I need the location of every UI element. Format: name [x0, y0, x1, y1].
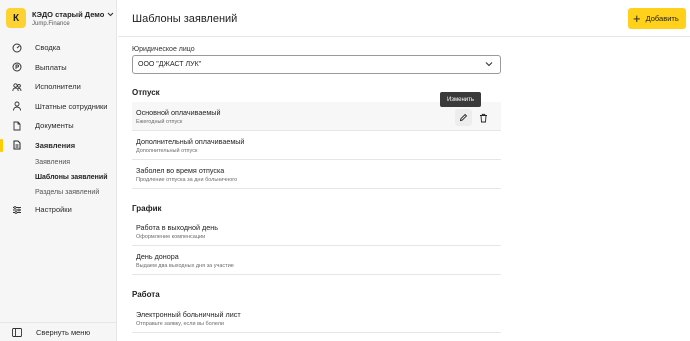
template-subtitle: Дополнительный отпуск [136, 148, 198, 154]
sidebar-item-settings[interactable]: Настройки [0, 200, 117, 220]
template-subtitle: Оформление компенсации [136, 234, 206, 240]
template-title: Заболел во время отпуска [136, 166, 225, 175]
add-button-label: Добавить [645, 14, 679, 23]
sidebar-nav: Сводка Выплаты Исполнители Штатные сотру… [0, 38, 117, 220]
sidebar-subitem-templates[interactable]: Шаблоны заявлений [0, 170, 117, 185]
template-subtitle: Отправьте заявку, если вы болели [136, 321, 224, 327]
sidebar-collapse-icon [12, 327, 22, 337]
sidebar-item-label: Штатные сотрудники [35, 101, 108, 111]
org-name: КЭДО старый Демо [32, 9, 105, 19]
sidebar-item-label: Выплаты [35, 62, 67, 72]
template-row[interactable]: Заболел во время отпуска Продление отпус… [132, 160, 501, 189]
sidebar-subitem-sections[interactable]: Разделы заявлений [0, 185, 117, 200]
delete-button[interactable] [475, 109, 492, 126]
sidebar-subitem-applications[interactable]: Заявления [0, 155, 117, 170]
sidebar-item-label: Сводка [35, 43, 61, 53]
chevron-down-icon [107, 12, 114, 16]
page-title: Шаблоны заявлений [132, 13, 238, 25]
sidebar-item-applications[interactable]: Заявления [0, 136, 117, 156]
sidebar-item-label: Заявления [35, 140, 76, 150]
sidebar-subitem-label: Шаблоны заявлений [35, 174, 108, 181]
template-subtitle: Выдаем два выходных дня за участие [136, 263, 234, 269]
template-subtitle: Ежегодный отпуск [136, 119, 183, 125]
sidebar-item-label: Исполнители [35, 82, 81, 92]
sidebar-item-dashboard[interactable]: Сводка [0, 38, 117, 58]
org-avatar: К [6, 8, 26, 28]
payments-icon [12, 62, 22, 72]
sidebar-item-documents[interactable]: Документы [0, 116, 117, 136]
trash-icon [480, 113, 487, 122]
collapse-menu-label: Свернуть меню [36, 327, 91, 337]
sidebar: К КЭДО старый Демо Jump.Finance Сводка В… [0, 0, 117, 341]
header-divider [118, 36, 690, 37]
documents-icon [12, 121, 22, 131]
template-title: Работа в выходной день [136, 223, 218, 232]
template-title: Дополнительный оплачиваемый [136, 137, 245, 146]
sidebar-item-label: Настройки [35, 205, 72, 215]
legal-entity-select[interactable]: ООО "ДЖАСТ ЛУК" [132, 55, 501, 74]
sidebar-subitem-label: Заявления [35, 159, 71, 166]
settings-icon [12, 205, 22, 215]
plus-icon: + [633, 11, 641, 26]
contractors-icon [12, 82, 22, 92]
collapse-menu-button[interactable]: Свернуть меню [0, 322, 117, 341]
template-row[interactable]: Работа в выходной день Оформление компен… [132, 217, 501, 246]
applications-icon [12, 140, 22, 150]
edit-button[interactable] [455, 109, 472, 126]
template-title: Основной оплачиваемый [136, 108, 221, 117]
add-button[interactable]: + Добавить [628, 8, 686, 29]
edit-tooltip: Изменить [440, 92, 481, 107]
template-row[interactable]: Дополнительный оплачиваемый Дополнительн… [132, 131, 501, 160]
employees-icon [12, 101, 22, 111]
pencil-icon [459, 113, 468, 122]
chevron-down-icon [485, 62, 493, 67]
template-row[interactable]: День донора Выдаем два выходных дня за у… [132, 246, 501, 275]
org-switcher[interactable]: К КЭДО старый Демо Jump.Finance [6, 8, 114, 28]
sidebar-subitem-label: Разделы заявлений [35, 189, 100, 196]
section-title-vacation: Отпуск [132, 88, 160, 97]
legal-entity-value: ООО "ДЖАСТ ЛУК" [138, 61, 202, 68]
template-subtitle: Продление отпуска за дни больничного [136, 177, 238, 183]
main-content: Шаблоны заявлений + Добавить Юридическое… [118, 0, 690, 341]
template-title: День донора [136, 252, 179, 261]
section-title-work: Работа [132, 290, 160, 299]
dashboard-icon [12, 43, 22, 53]
sidebar-item-employees[interactable]: Штатные сотрудники [0, 97, 117, 117]
org-subtitle: Jump.Finance [32, 20, 70, 27]
section-title-schedule: График [132, 204, 162, 213]
sidebar-item-label: Документы [35, 121, 74, 131]
sidebar-item-payments[interactable]: Выплаты [0, 58, 117, 78]
sidebar-item-contractors[interactable]: Исполнители [0, 77, 117, 97]
legal-entity-label: Юридическое лицо [132, 46, 195, 53]
template-title: Электронный больничный лист [136, 310, 241, 319]
template-row[interactable]: Электронный больничный лист Отправьте за… [132, 304, 501, 333]
